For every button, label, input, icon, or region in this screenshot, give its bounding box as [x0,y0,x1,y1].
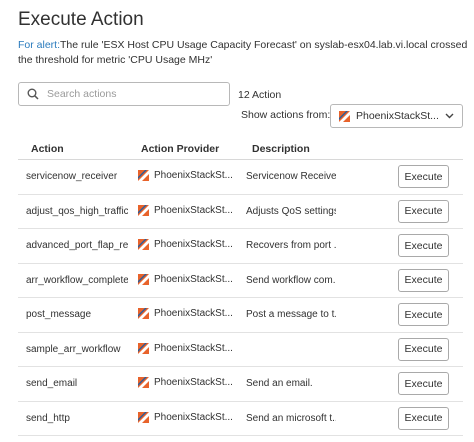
execute-button[interactable]: Execute [398,199,449,223]
action-provider: PhoenixStackSt... [138,411,242,423]
action-provider: PhoenixStackSt... [138,239,242,250]
provider-logo-icon [339,110,350,122]
execute-button[interactable]: Execute [398,165,449,188]
table-body: servicenow_receiver PhoenixStackSt... Se… [18,160,463,436]
execute-button[interactable]: Execute [398,372,449,395]
action-description: Adjusts QoS settings... [246,205,336,217]
action-provider-name: PhoenixStackSt... [154,342,233,354]
execute-button[interactable]: Execute [398,406,449,430]
action-description: Recovers from port ... [246,240,336,251]
action-name: servicenow_receiver [26,171,118,182]
actions-table: Action Action Provider Description servi… [18,138,463,436]
action-provider: PhoenixStackSt... [138,308,242,319]
action-name: send_http [26,412,70,424]
alert-description: For alert:The rule 'ESX Host CPU Usage C… [18,38,468,68]
action-name: adjust_qos_high_traffic [26,205,128,217]
table-row: post_message PhoenixStackSt... Post a me… [18,298,463,333]
action-name: advanced_port_flap_recovery [26,240,128,251]
provider-filter-dropdown[interactable]: PhoenixStackSt... [330,104,463,128]
action-description: Send an microsoft t... [246,412,336,424]
action-count: 12 Action [238,89,282,101]
table-row: send_http PhoenixStackSt... Send an micr… [18,402,463,436]
action-provider-name: PhoenixStackSt... [154,204,233,216]
action-provider-name: PhoenixStackSt... [154,377,233,388]
table-row: arr_workflow_completed_ PhoenixStackSt..… [18,264,463,298]
search-icon [27,88,39,100]
table-row: sample_arr_workflow PhoenixStackSt... Ex… [18,333,463,367]
provider-logo-icon [138,170,149,181]
provider-logo-icon [138,239,149,250]
table-header: Action Action Provider Description [18,138,463,160]
action-description: Servicenow Receiver [246,171,336,182]
provider-filter-value: PhoenixStackSt... [356,110,439,122]
alert-text: The rule 'ESX Host CPU Usage Capacity Fo… [18,39,468,66]
action-provider: PhoenixStackSt... [138,204,242,216]
execute-button[interactable]: Execute [398,234,449,257]
action-provider-name: PhoenixStackSt... [154,170,233,181]
filter-label: Show actions from: [241,109,331,121]
column-header-description: Description [252,143,310,155]
table-row: advanced_port_flap_recovery PhoenixStack… [18,229,463,264]
action-provider-name: PhoenixStackSt... [154,411,233,423]
execute-button[interactable]: Execute [398,337,449,361]
execute-button[interactable]: Execute [398,268,449,292]
action-provider: PhoenixStackSt... [138,377,242,388]
action-provider: PhoenixStackSt... [138,342,242,354]
chevron-down-icon [445,113,454,119]
action-provider: PhoenixStackSt... [138,170,242,181]
action-description: Post a message to t... [246,309,336,320]
action-provider-name: PhoenixStackSt... [154,239,233,250]
provider-logo-icon [138,411,149,423]
page-title: Execute Action [18,9,144,30]
action-description: Send an email. [246,378,313,389]
action-provider-name: PhoenixStackSt... [154,308,233,319]
provider-logo-icon [138,308,149,319]
provider-logo-icon [138,342,149,354]
table-row: send_email PhoenixStackSt... Send an ema… [18,367,463,402]
table-row: servicenow_receiver PhoenixStackSt... Se… [18,160,463,195]
action-name: post_message [26,309,92,320]
action-provider-name: PhoenixStackSt... [154,273,233,285]
action-provider: PhoenixStackSt... [138,273,242,285]
action-description: Send workflow com... [246,274,336,286]
action-name: send_email [26,378,78,389]
action-name: sample_arr_workflow [26,343,121,355]
execute-button[interactable]: Execute [398,303,449,326]
alert-prefix: For alert: [18,39,61,51]
provider-logo-icon [138,377,149,388]
search-input[interactable] [47,88,217,100]
table-row: adjust_qos_high_traffic PhoenixStackSt..… [18,195,463,229]
action-name: arr_workflow_completed_ [26,274,128,286]
provider-logo-icon [138,204,149,216]
column-header-action: Action [31,143,64,155]
provider-logo-icon [138,273,149,285]
search-box[interactable] [18,82,230,106]
column-header-provider: Action Provider [141,143,220,155]
